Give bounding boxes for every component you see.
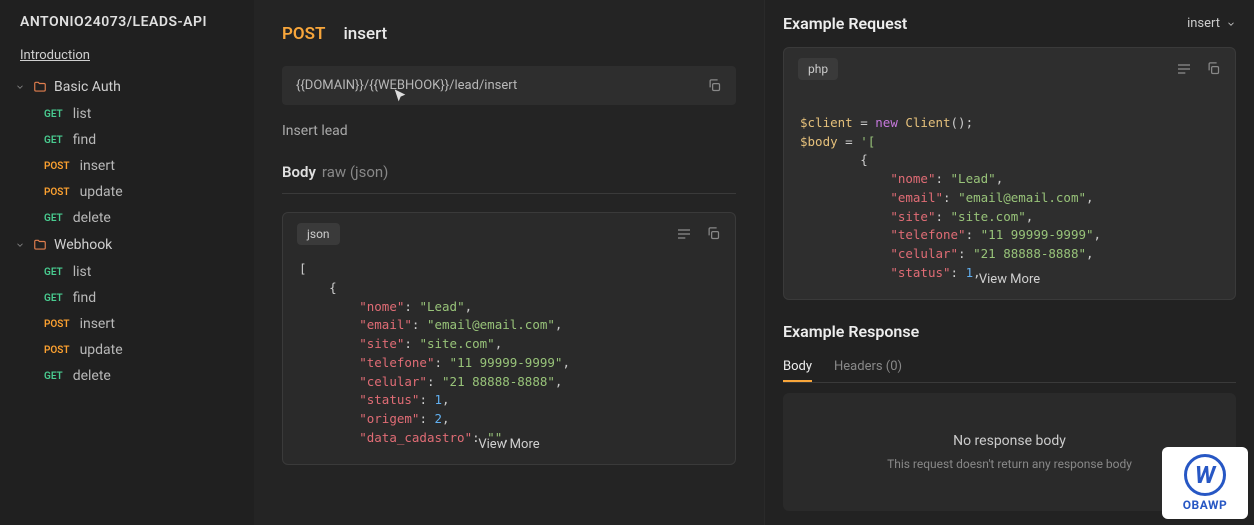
endpoint-label: find	[73, 290, 96, 306]
example-request-title: Example Request	[783, 14, 907, 33]
body-lang-badge: json	[297, 223, 340, 245]
no-response-subtitle: This request doesn't return any response…	[803, 457, 1216, 471]
endpoint-update[interactable]: POST update	[0, 179, 254, 205]
http-method-label: GET	[44, 267, 63, 278]
copy-url-button[interactable]	[707, 78, 722, 93]
endpoint-delete[interactable]: GET delete	[0, 205, 254, 231]
endpoint-insert[interactable]: POST insert	[0, 153, 254, 179]
logo-badge: W OBAWP	[1162, 447, 1248, 519]
http-method-label: GET	[44, 293, 63, 304]
wrap-lines-button-2[interactable]	[1176, 61, 1192, 77]
folder-label: Webhook	[54, 237, 112, 253]
http-method-label: POST	[44, 319, 70, 330]
endpoint-insert[interactable]: POST insert	[0, 311, 254, 337]
http-method-label: POST	[44, 345, 70, 356]
chevron-down-icon	[14, 239, 26, 251]
endpoint-find[interactable]: GET find	[0, 285, 254, 311]
endpoint-label: delete	[73, 210, 111, 226]
endpoint-label: insert	[80, 158, 115, 174]
endpoint-delete[interactable]: GET delete	[0, 363, 254, 389]
url-text: {{DOMAIN}}/{{WEBHOOK}}/lead/insert	[296, 78, 517, 93]
example-select[interactable]: insert	[1187, 16, 1236, 31]
logo-icon: W	[1184, 454, 1226, 496]
endpoint-label: delete	[73, 368, 111, 384]
endpoint-label: update	[80, 342, 123, 358]
main-panel: POST insert {{DOMAIN}}/{{WEBHOOK}}/lead/…	[254, 0, 764, 525]
tab-headers[interactable]: Headers (0)	[834, 353, 902, 382]
response-tabs: Body Headers (0)	[783, 353, 1236, 383]
endpoint-list[interactable]: GET list	[0, 101, 254, 127]
http-method-label: GET	[44, 371, 63, 382]
folder-icon	[32, 79, 48, 95]
endpoint-label: list	[73, 106, 92, 122]
folder-label: Basic Auth	[54, 79, 121, 95]
chevron-down-icon	[1226, 19, 1236, 29]
http-method-badge: POST	[282, 24, 325, 44]
url-box: {{DOMAIN}}/{{WEBHOOK}}/lead/insert	[282, 66, 736, 105]
folder-icon	[32, 237, 48, 253]
chevron-down-icon	[14, 81, 26, 93]
endpoint-label: find	[73, 132, 96, 148]
copy-example-button[interactable]	[1206, 61, 1221, 77]
http-method-label: GET	[44, 109, 63, 120]
wrap-lines-button[interactable]	[676, 226, 692, 242]
http-method-label: POST	[44, 187, 70, 198]
example-response-title: Example Response	[783, 322, 1236, 341]
http-method-label: GET	[44, 135, 63, 146]
sidebar: ANTONIO24073/LEADS-API Introduction Basi…	[0, 0, 254, 525]
logo-text: OBAWP	[1183, 498, 1227, 512]
endpoint-list[interactable]: GET list	[0, 259, 254, 285]
copy-body-button[interactable]	[706, 226, 721, 242]
body-code-box: json [ { "nome": "Lead", "email": "email…	[282, 212, 736, 465]
example-code-content: $client = new Client(); $body = '[ { "no…	[784, 91, 1235, 299]
http-method-label: POST	[44, 161, 70, 172]
request-name: insert	[343, 24, 387, 44]
request-description: Insert lead	[282, 123, 736, 139]
request-header: POST insert	[282, 24, 736, 44]
folder-basic-auth[interactable]: Basic Auth	[0, 73, 254, 101]
body-code-content: [ { "nome": "Lead", "email": "email@emai…	[283, 256, 735, 464]
view-more-example-button[interactable]: View More	[969, 270, 1050, 289]
view-more-body-button[interactable]: View More	[468, 435, 549, 454]
example-request-code-box: php $client = new Client(); $body = '[ {…	[783, 47, 1236, 300]
introduction-link[interactable]: Introduction	[0, 44, 254, 73]
tab-body[interactable]: Body	[783, 353, 812, 382]
endpoint-find[interactable]: GET find	[0, 127, 254, 153]
folder-webhook[interactable]: Webhook	[0, 231, 254, 259]
workspace-name: ANTONIO24073/LEADS-API	[0, 0, 254, 44]
http-method-label: GET	[44, 213, 63, 224]
endpoint-label: list	[73, 264, 92, 280]
endpoint-label: insert	[80, 316, 115, 332]
endpoint-label: update	[80, 184, 123, 200]
no-response-title: No response body	[803, 433, 1216, 449]
endpoint-update[interactable]: POST update	[0, 337, 254, 363]
body-section-title: Bodyraw (json)	[282, 163, 736, 181]
example-lang-badge: php	[798, 58, 838, 80]
